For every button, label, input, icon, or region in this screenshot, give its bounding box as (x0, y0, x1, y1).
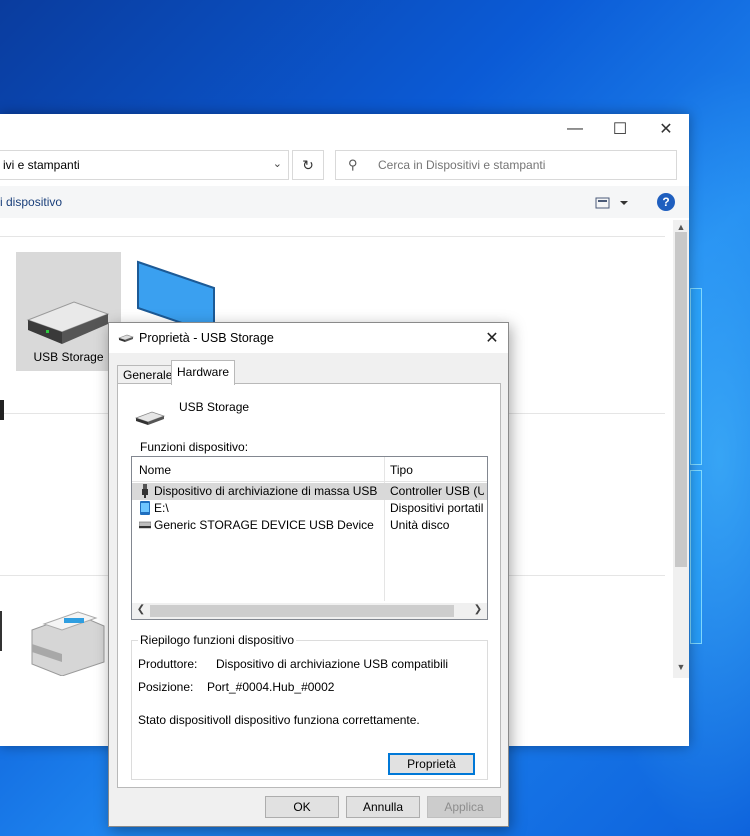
add-device-link[interactable]: i dispositivo (0, 195, 62, 209)
column-header-name[interactable]: Nome (139, 463, 171, 477)
disk-drive-icon (139, 521, 151, 529)
device-usb-storage[interactable]: USB Storage (16, 252, 121, 371)
hardware-panel: USB Storage Funzioni dispositivo: Nome T… (117, 383, 501, 788)
status-value: Il dispositivo funziona correttamente. (225, 713, 420, 727)
properties-button[interactable]: Proprietà (388, 753, 475, 775)
function-summary-group: Riepilogo funzioni dispositivo Produttor… (131, 633, 488, 780)
section-divider (0, 236, 665, 237)
windows-logo-pane (690, 288, 702, 465)
scroll-thumb[interactable] (675, 232, 687, 567)
external-drive-icon (26, 301, 110, 344)
column-header-type[interactable]: Tipo (390, 463, 413, 477)
device-partial-icon (0, 611, 2, 651)
device-functions-list[interactable]: Nome Tipo Dispositivo di archiviazione d… (131, 456, 488, 620)
manufacturer-label: Produttore: (138, 657, 198, 671)
search-icon: ⚲ (348, 157, 358, 172)
device-label: USB Storage (33, 350, 104, 364)
apply-button[interactable]: Applica (427, 796, 501, 818)
list-header: Nome Tipo (132, 457, 487, 482)
tab-hardware[interactable]: Hardware (171, 360, 236, 385)
cancel-button[interactable]: Annulla (346, 796, 420, 818)
view-options-icon (595, 197, 628, 209)
close-button[interactable]: ✕ (643, 114, 689, 144)
location-value: Port_#0004.Hub_#0002 (207, 680, 335, 694)
search-box[interactable]: ⚲ (335, 150, 677, 180)
dialog-close-button[interactable]: ✕ (476, 323, 508, 353)
usb-storage-icon (134, 411, 166, 425)
windows-logo-pane (690, 470, 702, 644)
list-item[interactable]: E:\ Dispositivi portatili (132, 500, 487, 517)
command-bar: i dispositivo (0, 186, 689, 218)
dialog-titlebar: Proprietà - USB Storage ✕ (109, 323, 508, 353)
properties-dialog: Proprietà - USB Storage ✕ Generale Hardw… (108, 322, 509, 827)
scroll-thumb[interactable] (150, 605, 454, 617)
printer-icon (31, 611, 105, 676)
dialog-title: Proprietà - USB Storage (139, 331, 274, 345)
help-button[interactable]: ? (657, 193, 675, 211)
device-partial-icon (0, 400, 4, 420)
minimize-button[interactable]: — (552, 114, 598, 144)
window-titlebar: — ☐ ✕ (0, 114, 689, 144)
tab-generale[interactable]: Generale (117, 365, 179, 385)
search-input[interactable] (376, 152, 675, 178)
list-item[interactable]: Generic STORAGE DEVICE USB Device Unità … (132, 517, 487, 534)
ok-button[interactable]: OK (265, 796, 339, 818)
usb-storage-icon (118, 334, 134, 342)
refresh-icon: ↻ (302, 156, 314, 173)
list-item[interactable]: Dispositivo di archiviazione di massa US… (132, 483, 487, 500)
change-view-button[interactable] (595, 194, 633, 212)
manufacturer-value: Dispositivo di archiviazione USB compati… (216, 657, 449, 671)
close-icon: ✕ (485, 330, 499, 347)
location-label: Posizione: (138, 680, 194, 694)
group-title: Riepilogo funzioni dispositivo (138, 633, 297, 647)
usb-plug-icon (142, 484, 148, 498)
maximize-button[interactable]: ☐ (597, 114, 643, 144)
chevron-down-icon[interactable]: ⌄ (273, 157, 282, 170)
portable-device-icon (140, 501, 150, 515)
scroll-left-icon[interactable]: ❮ (133, 604, 149, 615)
device-name: USB Storage (179, 400, 250, 414)
scroll-right-icon[interactable]: ❯ (470, 604, 486, 615)
refresh-button[interactable]: ↻ (292, 150, 324, 180)
vertical-scrollbar[interactable]: ▲ ▼ (673, 220, 689, 678)
status-label: Stato dispositivo: (138, 713, 229, 727)
functions-label: Funzioni dispositivo: (140, 440, 249, 454)
horizontal-scrollbar[interactable]: ❮ ❯ (132, 603, 487, 619)
address-bar[interactable]: ivi e stampanti ⌄ (0, 150, 289, 180)
scroll-down-icon[interactable]: ▼ (673, 662, 689, 676)
address-text: ivi e stampanti (3, 158, 80, 172)
